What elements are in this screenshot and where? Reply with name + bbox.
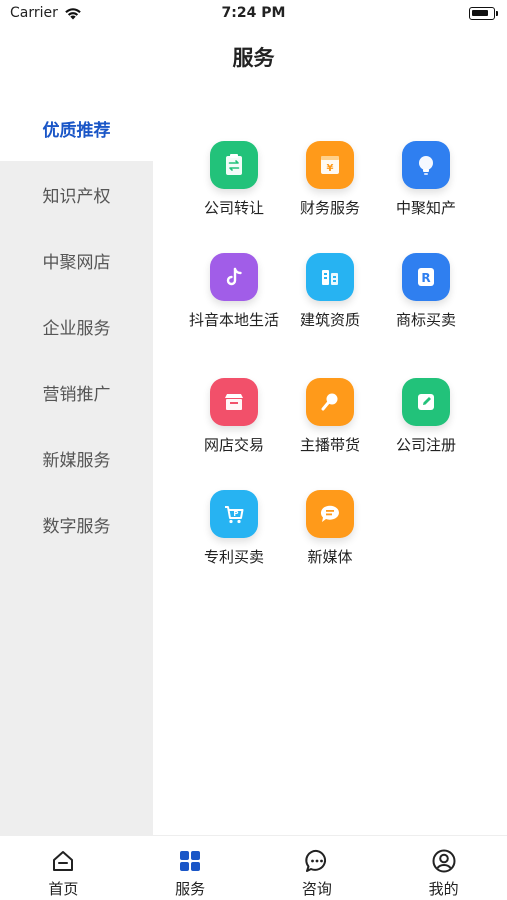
chat-icon xyxy=(305,849,326,872)
sidebar-item-digital[interactable]: 数字服务 xyxy=(0,491,153,557)
battery-icon xyxy=(469,7,498,20)
service-zhongju-ip[interactable]: 中聚知产 xyxy=(378,133,474,245)
tab-label: 首页 xyxy=(48,880,79,898)
patent-cart-icon: P xyxy=(210,490,258,538)
microphone-icon xyxy=(306,378,354,426)
home-icon xyxy=(53,851,74,871)
bottom-tab-bar: 首页 服务 咨询 我的 xyxy=(0,835,507,900)
service-label: 专利买卖 xyxy=(203,548,264,566)
svg-text:R: R xyxy=(421,271,430,285)
status-bar: Carrier 7:24 PM xyxy=(0,0,507,30)
clock: 7:24 PM xyxy=(221,5,286,21)
service-trademark[interactable]: R 商标买卖 xyxy=(378,245,474,370)
tab-profile[interactable]: 我的 xyxy=(380,836,507,900)
service-label: 网店交易 xyxy=(203,436,264,454)
trademark-icon: R xyxy=(402,253,450,301)
service-grid: 公司转让 ¥ 财务服务 中聚知产 抖音本地生活 建筑资质 R 商标买卖 网店交易… xyxy=(186,133,486,594)
tiktok-icon xyxy=(210,253,258,301)
edit-doc-icon xyxy=(402,378,450,426)
service-finance[interactable]: ¥ 财务服务 xyxy=(282,133,378,245)
clipboard-transfer-icon xyxy=(210,141,258,189)
tab-label: 我的 xyxy=(428,880,459,898)
user-icon xyxy=(432,849,456,873)
yuan-box-icon: ¥ xyxy=(306,141,354,189)
service-label: 公司转让 xyxy=(203,199,264,217)
lightbulb-icon xyxy=(402,141,450,189)
page-title: 服务 xyxy=(232,46,275,70)
service-company-transfer[interactable]: 公司转让 xyxy=(186,133,282,245)
tab-label: 服务 xyxy=(175,880,206,898)
tab-home[interactable]: 首页 xyxy=(0,836,127,900)
category-sidebar: 优质推荐 知识产权 中聚网店 企业服务 营销推广 新媒服务 数字服务 xyxy=(0,95,153,835)
service-label: 财务服务 xyxy=(299,199,360,217)
shop-icon xyxy=(210,378,258,426)
service-label: 新媒体 xyxy=(307,548,353,566)
service-label: 中聚知产 xyxy=(395,199,456,217)
tab-consult[interactable]: 咨询 xyxy=(254,836,381,900)
sidebar-item-online-shop[interactable]: 中聚网店 xyxy=(0,227,153,293)
sidebar-item-ip[interactable]: 知识产权 xyxy=(0,161,153,227)
tab-label: 咨询 xyxy=(301,880,332,898)
service-douyin-local[interactable]: 抖音本地生活 xyxy=(186,245,282,370)
grid-icon xyxy=(180,851,201,871)
service-shop-trade[interactable]: 网店交易 xyxy=(186,370,282,482)
service-label: 商标买卖 xyxy=(395,311,456,329)
service-livestream[interactable]: 主播带货 xyxy=(282,370,378,482)
service-label: 主播带货 xyxy=(299,436,360,454)
service-label: 建筑资质 xyxy=(299,311,360,329)
service-new-media[interactable]: 新媒体 xyxy=(282,482,378,594)
service-construction[interactable]: 建筑资质 xyxy=(282,245,378,370)
sidebar-item-enterprise[interactable]: 企业服务 xyxy=(0,293,153,359)
service-label: 公司注册 xyxy=(395,436,456,454)
sidebar-item-new-media[interactable]: 新媒服务 xyxy=(0,425,153,491)
service-company-register[interactable]: 公司注册 xyxy=(378,370,474,482)
chat-bubble-icon xyxy=(306,490,354,538)
sidebar-item-recommended[interactable]: 优质推荐 xyxy=(0,95,153,161)
tab-services[interactable]: 服务 xyxy=(127,836,254,900)
svg-text:P: P xyxy=(233,510,238,518)
sidebar-item-marketing[interactable]: 营销推广 xyxy=(0,359,153,425)
building-icon xyxy=(306,253,354,301)
svg-text:¥: ¥ xyxy=(327,163,334,174)
service-label: 抖音本地生活 xyxy=(188,311,279,329)
service-patent-trade[interactable]: P 专利买卖 xyxy=(186,482,282,594)
